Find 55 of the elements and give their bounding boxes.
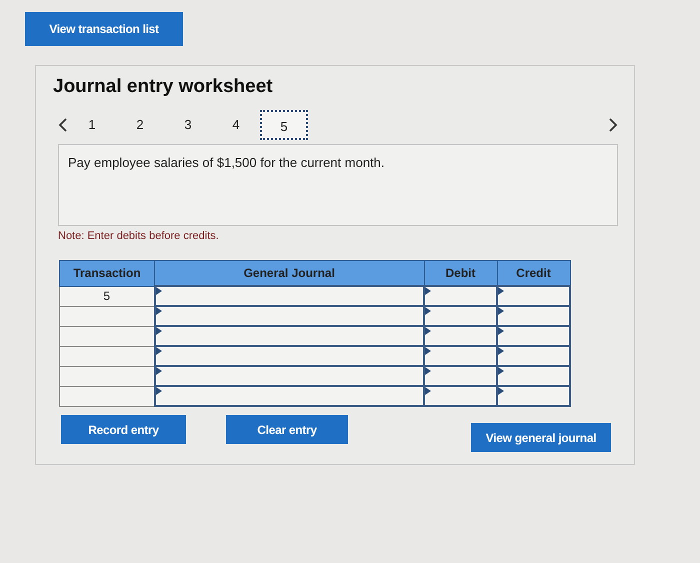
- transaction-cell: 5: [60, 286, 154, 306]
- column-header: Credit: [497, 260, 570, 286]
- triangle-icon: [498, 327, 504, 335]
- triangle-icon: [156, 347, 162, 355]
- input-field[interactable]: [497, 386, 570, 406]
- triangle-icon: [498, 287, 504, 295]
- triangle-icon: [156, 327, 162, 335]
- input-field[interactable]: [497, 306, 570, 326]
- column-header: Transaction: [60, 260, 154, 286]
- triangle-icon: [425, 387, 431, 395]
- input-field[interactable]: [497, 326, 570, 346]
- previous-icon[interactable]: [58, 117, 68, 133]
- triangle-icon: [425, 367, 431, 375]
- input-field[interactable]: [424, 286, 497, 306]
- input-field[interactable]: [154, 346, 424, 366]
- column-header: Debit: [424, 260, 497, 286]
- note-text: Note: Enter debits before credits.: [58, 230, 220, 242]
- input-field[interactable]: [497, 286, 570, 306]
- triangle-icon: [498, 347, 504, 355]
- triangle-icon: [498, 307, 504, 315]
- action-button[interactable]: View general journal: [471, 423, 611, 452]
- input-field[interactable]: [424, 326, 497, 346]
- triangle-icon: [425, 327, 431, 335]
- input-field[interactable]: [424, 366, 497, 386]
- input-field[interactable]: [497, 346, 570, 366]
- triangle-icon: [156, 307, 162, 315]
- action-button[interactable]: Record entry: [61, 415, 186, 444]
- input-field[interactable]: [424, 306, 497, 326]
- input-field[interactable]: [154, 386, 424, 406]
- input-field[interactable]: [424, 386, 497, 406]
- action-button[interactable]: Clear entry: [226, 415, 348, 444]
- triangle-icon: [425, 307, 431, 315]
- triangle-icon: [156, 367, 162, 375]
- triangle-icon: [498, 367, 504, 375]
- step-tab[interactable]: 4: [212, 110, 260, 140]
- input-field[interactable]: [497, 366, 570, 386]
- worksheet-title: Journal entry worksheet: [53, 76, 274, 98]
- prompt-text: Pay employee salaries of $1,500 for the current month.: [68, 155, 385, 170]
- step-tab[interactable]: 3: [164, 110, 212, 140]
- triangle-icon: [498, 387, 504, 395]
- step-tab[interactable]: 2: [116, 110, 164, 140]
- input-field[interactable]: [154, 286, 424, 306]
- input-field[interactable]: [154, 366, 424, 386]
- triangle-icon: [156, 287, 162, 295]
- triangle-icon: [425, 287, 431, 295]
- triangle-icon: [425, 347, 431, 355]
- column-header: General Journal: [154, 260, 424, 286]
- triangle-icon: [156, 387, 162, 395]
- view-transaction-list-button[interactable]: View transaction list: [25, 12, 183, 46]
- input-field[interactable]: [154, 306, 424, 326]
- input-field[interactable]: [424, 346, 497, 366]
- step-tab[interactable]: 5: [260, 110, 308, 140]
- input-field[interactable]: [154, 326, 424, 346]
- step-tab[interactable]: 1: [68, 110, 116, 140]
- next-icon[interactable]: [608, 117, 618, 133]
